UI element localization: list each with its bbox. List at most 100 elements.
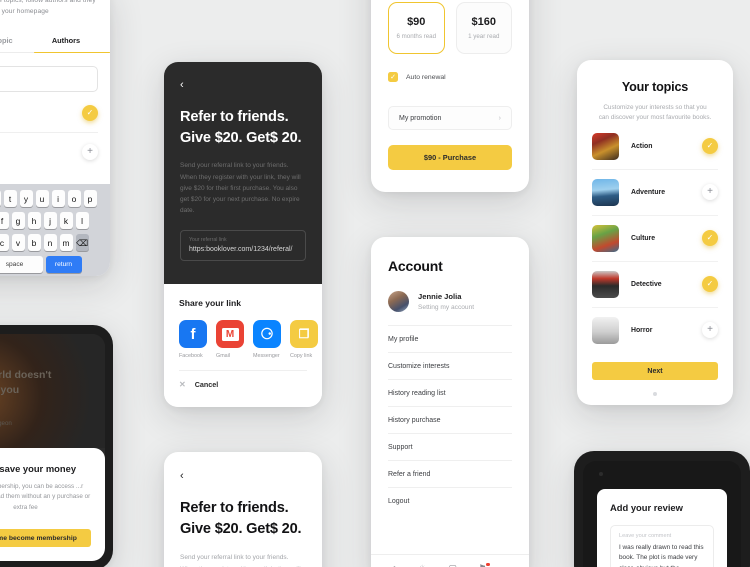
share-app-messenger[interactable]: ⚆ Messenger [253, 320, 281, 359]
key-l[interactable]: l [75, 212, 89, 229]
key-f[interactable]: f [0, 212, 9, 229]
key-v[interactable]: v [11, 234, 25, 251]
topic-row-adventure[interactable]: Adventure + [592, 170, 718, 216]
share-sheet: Share your link f Facebook M Gmail ⚆ Mes… [164, 284, 322, 407]
book-hero: The world doesn't require you Lee Jeon T… [0, 334, 105, 448]
space-key[interactable]: space [0, 256, 43, 273]
close-icon: ✕ [179, 380, 186, 389]
refer-heading-line1: Refer to friends. [180, 109, 289, 125]
home-indicator [653, 392, 657, 396]
refer-body-text: Send your referral link to your friends.… [180, 162, 301, 215]
plus-icon[interactable]: + [82, 144, 98, 161]
add-review-screen: Add your review Leave your comment I was… [583, 461, 741, 567]
topics-content: Your topics Customize your interests so … [577, 60, 733, 353]
author-search-input[interactable]: ...ord [0, 66, 98, 93]
refer-hero: ‹ Refer to friends. Give $20. Get$ 20. S… [164, 62, 322, 284]
author-row[interactable]: Aoma Jr + [0, 133, 98, 170]
topic-row-detective[interactable]: Detective ✓ [592, 262, 718, 308]
chevron-left-icon[interactable]: ‹ [180, 470, 306, 482]
topic-row-horror[interactable]: Horror + [592, 308, 718, 353]
check-icon[interactable]: ✓ [702, 230, 718, 247]
home-icon[interactable]: ⌂ [392, 563, 397, 567]
account-user-row[interactable]: Jennie Jolia Setting my account [388, 291, 512, 312]
key-c[interactable]: c [0, 234, 9, 251]
notification-icon[interactable]: ⚑ [479, 562, 490, 567]
key-i[interactable]: i [51, 190, 65, 207]
key-r[interactable]: r [0, 190, 1, 207]
key-b[interactable]: b [27, 234, 41, 251]
plan-duration: 6 months read [396, 33, 437, 40]
share-app-list: f Facebook M Gmail ⚆ Messenger ❐ Copy li… [179, 320, 318, 359]
key-j[interactable]: j [43, 212, 57, 229]
authors-tabs: ...opic Authors [0, 36, 110, 54]
menu-item-support[interactable]: Support [388, 433, 512, 460]
plus-icon[interactable]: + [702, 322, 718, 339]
share-app-label: Copy link [290, 353, 313, 359]
next-button[interactable]: Next [592, 362, 718, 380]
key-p[interactable]: p [83, 190, 97, 207]
chevron-left-icon[interactable]: ‹ [180, 80, 306, 91]
check-icon[interactable]: ✓ [702, 276, 718, 293]
key-h[interactable]: h [27, 212, 41, 229]
tab-topics[interactable]: ...opic [0, 36, 34, 52]
authors-intro-text: ...favourite topics, follow authors and … [0, 0, 96, 15]
author-row[interactable]: J.R King 3 books ✓ [0, 92, 98, 134]
menu-item-history-reading-list[interactable]: History reading list [388, 379, 512, 406]
become-membership-button[interactable]: ...s, let me become membership [0, 529, 91, 548]
user-name: Jennie Jolia [418, 292, 462, 301]
refer-light-heading: Refer to friends. Give $20. Get$ 20. [180, 498, 306, 539]
check-icon[interactable]: ✓ [388, 72, 398, 82]
backspace-icon[interactable]: ⌫ [75, 234, 89, 251]
avatar [388, 291, 409, 312]
share-app-label: Messenger [253, 353, 280, 359]
share-sheet-title: Share your link [179, 298, 242, 308]
plan-card-6-months[interactable]: $90 6 months read [388, 2, 445, 54]
key-n[interactable]: n [43, 234, 57, 251]
tab-authors[interactable]: Authors [34, 36, 98, 52]
key-y[interactable]: y [19, 190, 33, 207]
cancel-button[interactable]: ✕ Cancel [179, 370, 307, 389]
menu-item-my-profile[interactable]: My profile [388, 325, 512, 352]
topics-subtitle: Customize your interests so that you can… [598, 104, 712, 122]
tab-active-underline [34, 51, 110, 54]
onscreen-keyboard[interactable]: e r t y u i o p d f g h j k l x c v [0, 184, 110, 276]
key-t[interactable]: t [3, 190, 17, 207]
culture-thumb [592, 224, 619, 252]
menu-item-refer-a-friend[interactable]: Refer a friend [388, 460, 512, 487]
key-m[interactable]: m [59, 234, 73, 251]
check-icon[interactable]: ✓ [702, 138, 718, 155]
page-title: Your topics [621, 80, 689, 94]
messenger-icon: ⚆ [253, 320, 281, 348]
topic-label: Horror [631, 326, 653, 334]
key-o[interactable]: o [67, 190, 81, 207]
menu-item-logout[interactable]: Logout [388, 487, 512, 514]
auto-renewal-row[interactable]: ✓ Auto renewal [388, 72, 512, 82]
plan-card-1-year[interactable]: $160 1 year read [455, 2, 512, 54]
plan-price: $90 [407, 16, 426, 28]
share-app-gmail[interactable]: M Gmail [216, 320, 244, 359]
plus-icon[interactable]: + [702, 184, 718, 201]
trending-icon[interactable]: ♨ [419, 563, 427, 567]
bookmark-icon[interactable]: ▢ [448, 563, 457, 567]
review-textarea[interactable]: Leave your comment I was really drawn to… [610, 525, 714, 567]
purchase-button[interactable]: $90 - Purchase [388, 145, 512, 170]
share-app-copy-link[interactable]: ❐ Copy link [290, 320, 318, 359]
menu-item-history-purchase[interactable]: History purchase [388, 406, 512, 433]
my-promotion-row[interactable]: My promotion › [388, 106, 512, 130]
key-k[interactable]: k [59, 212, 73, 229]
key-u[interactable]: u [35, 190, 49, 207]
share-app-facebook[interactable]: f Facebook [179, 320, 207, 359]
refer-friends-dark-screen: ‹ Refer to friends. Give $20. Get$ 20. S… [164, 62, 322, 407]
copy-link-icon: ❐ [290, 320, 318, 348]
return-key[interactable]: return [45, 256, 82, 273]
menu-item-customize-interests[interactable]: Customize interests [388, 352, 512, 379]
cancel-label: Cancel [194, 380, 219, 389]
camera-icon [599, 472, 603, 476]
check-icon[interactable]: ✓ [82, 104, 98, 121]
referral-link-field[interactable]: Your referral link https:booklover.com/1… [180, 230, 306, 262]
topic-row-action[interactable]: Action ✓ [592, 124, 718, 170]
authors-screen: ...favourite topics, follow authors and … [0, 0, 110, 276]
topic-row-culture[interactable]: Culture ✓ [592, 216, 718, 262]
key-g[interactable]: g [11, 212, 25, 229]
topic-label: Adventure [631, 188, 666, 196]
